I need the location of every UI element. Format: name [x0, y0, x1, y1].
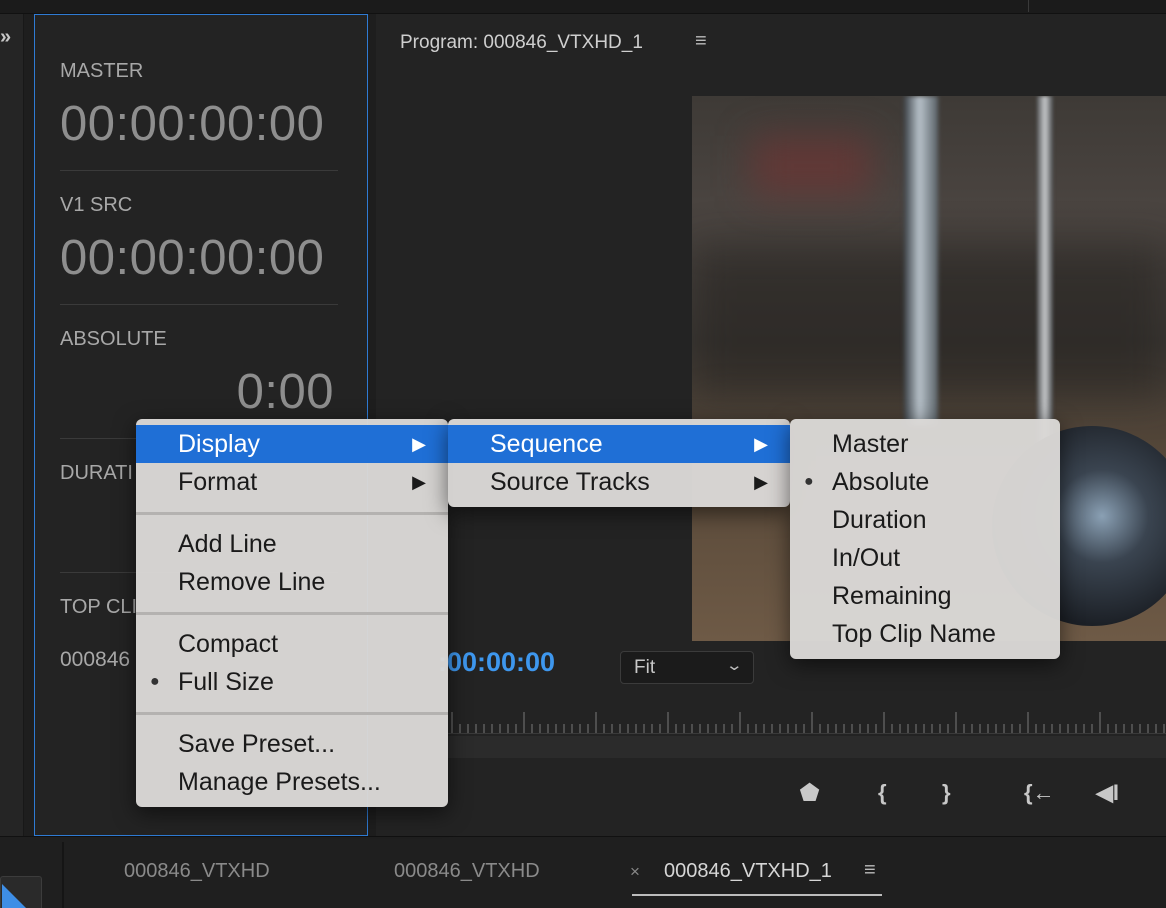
submenu-arrow-icon: ▶ [754, 472, 768, 492]
chevron-down-icon: ⌄ [725, 657, 744, 674]
close-tab-icon[interactable]: × [630, 862, 640, 882]
menu-item-duration[interactable]: Duration [790, 501, 1060, 539]
absolute-timecode: 0:00 [236, 365, 334, 419]
menu-item-display[interactable]: Display ▶ [136, 425, 448, 463]
menu-separator [136, 612, 448, 615]
display-submenu: Sequence ▶ Source Tracks ▶ [448, 419, 790, 507]
menu-item-save-preset[interactable]: Save Preset... [136, 725, 448, 763]
menu-separator [136, 512, 448, 515]
menu-item-label: Full Size [178, 668, 274, 696]
menu-item-format[interactable]: Format ▶ [136, 463, 448, 501]
active-tab-underline [632, 894, 882, 896]
go-to-in-icon[interactable]: {← [1024, 780, 1055, 806]
v1-src-label: V1 SRC [60, 194, 133, 216]
menu-item-label: Source Tracks [490, 468, 650, 496]
top-clip-name: 000846 [60, 648, 131, 671]
left-collapsed-panel [0, 14, 24, 836]
v1-src-timecode: 00:00:00:00 [60, 231, 325, 285]
zoom-fit-select[interactable]: Fit ⌄ [620, 651, 754, 684]
zoom-fit-value: Fit [634, 657, 656, 678]
absolute-label: ABSOLUTE [60, 328, 167, 350]
video-blur-highlight [752, 136, 872, 196]
mark-in-icon[interactable]: { [878, 780, 887, 806]
step-back-icon[interactable]: ◀I [1096, 780, 1119, 806]
menu-item-manage-presets[interactable]: Manage Presets... [136, 763, 448, 801]
menu-item-remove-line[interactable]: Remove Line [136, 563, 448, 601]
menu-item-compact[interactable]: Compact [136, 625, 448, 663]
timecode-divider [60, 304, 338, 305]
submenu-arrow-icon: ▶ [412, 434, 426, 454]
bullet-icon: ● [804, 473, 814, 490]
sequence-submenu: Master ● Absolute Duration In/Out Remain… [790, 419, 1060, 659]
submenu-arrow-icon: ▶ [412, 472, 426, 492]
add-marker-icon[interactable]: ⬟ [800, 780, 819, 806]
top-divider [1028, 0, 1029, 12]
menu-item-label: Remaining [832, 582, 952, 610]
menu-item-label: Master [832, 430, 909, 458]
zoom-scroll-bar[interactable] [448, 736, 1166, 758]
video-metal-rod [904, 96, 938, 426]
menu-item-label: Save Preset... [178, 730, 336, 758]
menu-item-label: Format [178, 468, 258, 496]
ruler-ticks [451, 712, 1165, 733]
menu-item-label: Compact [178, 630, 279, 658]
menu-separator [136, 712, 448, 715]
menu-item-label: Display [178, 430, 260, 458]
tab-sequence-2[interactable]: 000846_VTXHD [394, 860, 540, 883]
bullet-icon: ● [150, 673, 160, 690]
monitor-menu-icon[interactable]: ≡ [695, 30, 707, 53]
tab-menu-icon[interactable]: ≡ [864, 859, 876, 882]
mark-out-icon[interactable]: } [942, 780, 951, 806]
menu-item-label: Add Line [178, 530, 277, 558]
top-clip-label: TOP CLI [60, 596, 138, 618]
menu-item-top-clip-name[interactable]: Top Clip Name [790, 615, 1060, 653]
menu-item-remaining[interactable]: Remaining [790, 577, 1060, 615]
panel-divider [62, 842, 64, 908]
monitor-title[interactable]: Program: 000846_VTXHD_1 [400, 32, 643, 54]
master-timecode: 00:00:00:00 [60, 97, 325, 151]
submenu-arrow-icon: ▶ [754, 434, 768, 454]
tab-sequence-active[interactable]: 000846_VTXHD_1 [664, 860, 832, 883]
menu-item-in-out[interactable]: In/Out [790, 539, 1060, 577]
time-ruler[interactable] [448, 708, 1166, 734]
master-label: MASTER [60, 60, 144, 82]
playhead-timecode[interactable]: :00:00:00 [438, 647, 555, 678]
menu-item-label: Remove Line [178, 568, 326, 596]
tab-sequence-1[interactable]: 000846_VTXHD [124, 860, 270, 883]
menu-item-full-size[interactable]: ● Full Size [136, 663, 448, 701]
timecode-divider [60, 170, 338, 171]
menu-item-label: In/Out [832, 544, 901, 572]
timecode-context-menu: Display ▶ Format ▶ Add Line Remove Line … [136, 419, 448, 807]
top-panel-strip [0, 0, 1166, 14]
menu-item-label: Manage Presets... [178, 768, 381, 796]
menu-item-add-line[interactable]: Add Line [136, 525, 448, 563]
menu-item-master[interactable]: Master [790, 425, 1060, 463]
selection-tool-icon [2, 884, 26, 908]
menu-item-label: Top Clip Name [832, 620, 996, 648]
menu-item-label: Duration [832, 506, 927, 534]
duration-label: DURATI [60, 462, 133, 484]
menu-item-absolute[interactable]: ● Absolute [790, 463, 1060, 501]
expand-panels-icon[interactable]: » [0, 26, 11, 49]
menu-item-label: Absolute [832, 468, 930, 496]
menu-item-label: Sequence [490, 430, 603, 458]
menu-item-source-tracks[interactable]: Source Tracks ▶ [448, 463, 790, 501]
menu-item-sequence[interactable]: Sequence ▶ [448, 425, 790, 463]
